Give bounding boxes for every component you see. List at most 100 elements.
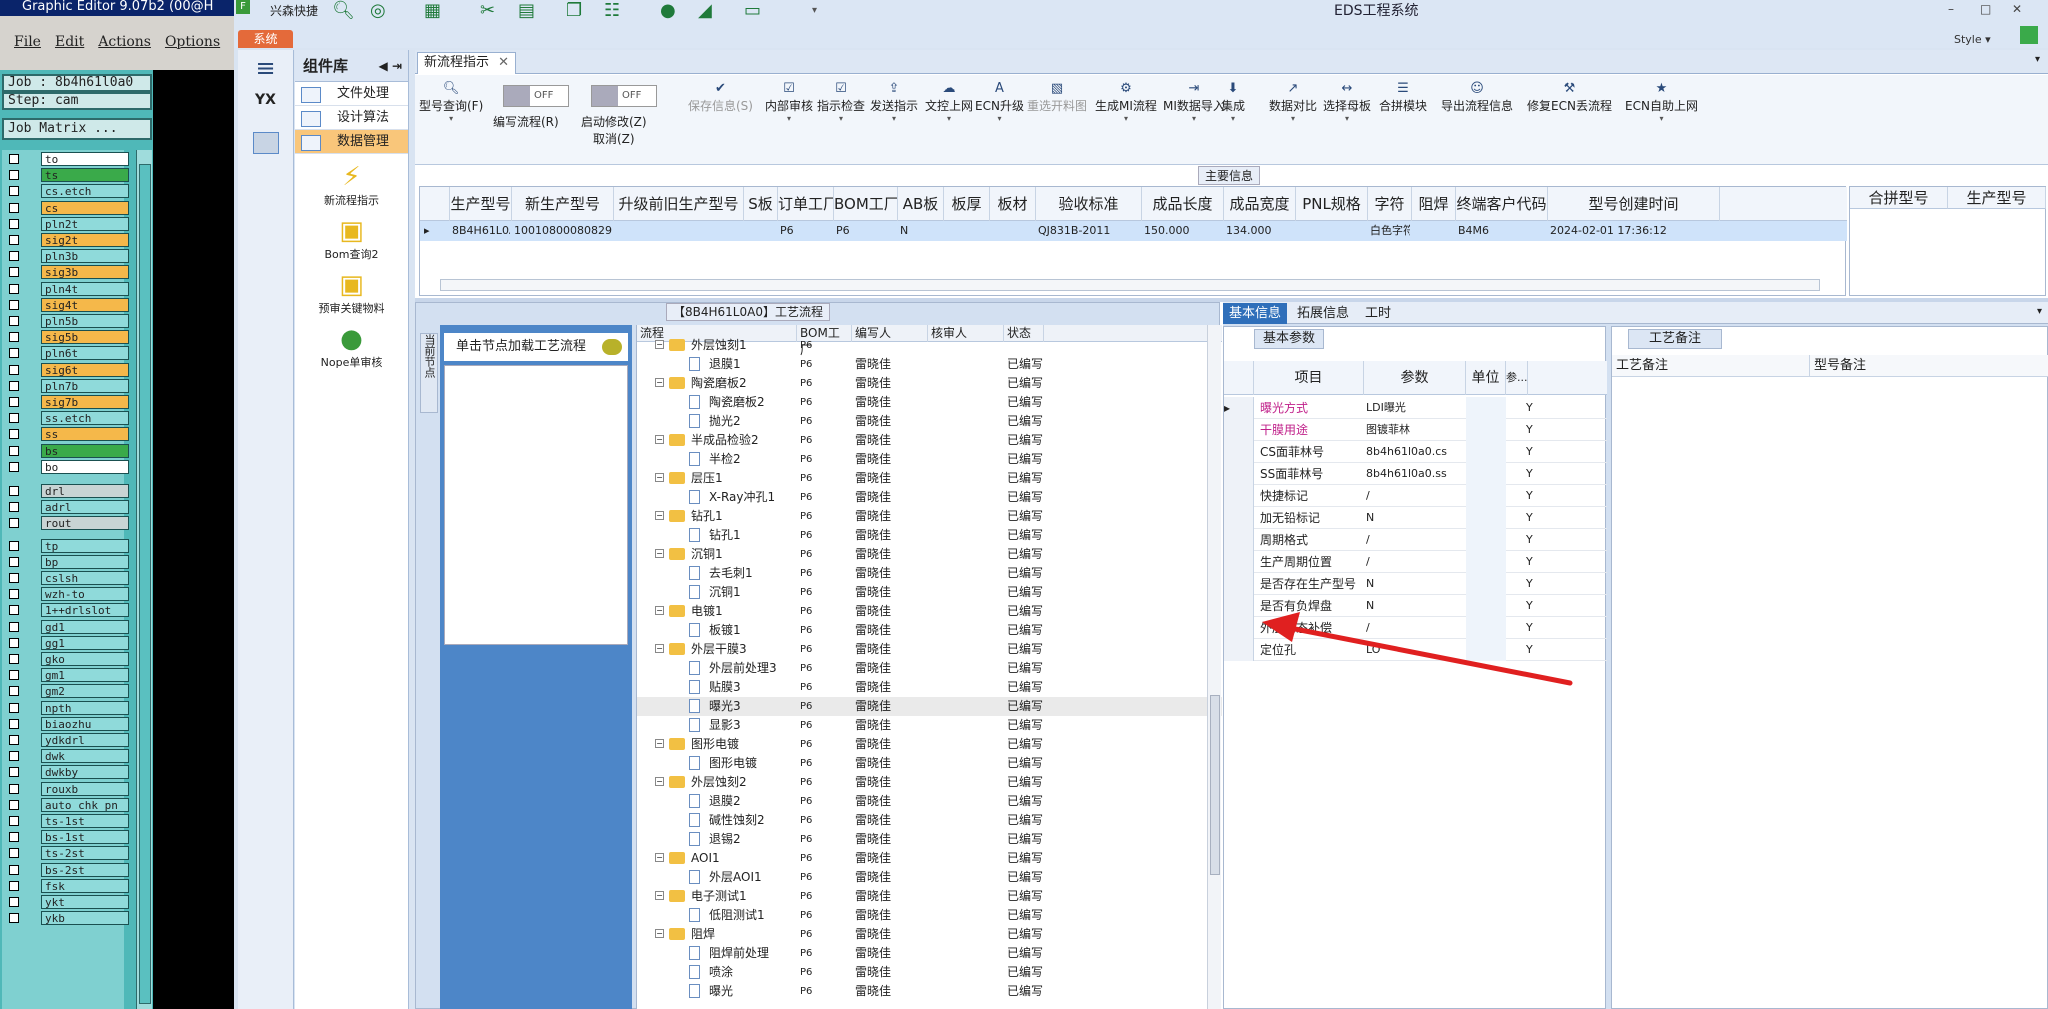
yx-icon[interactable]: YX <box>238 92 293 108</box>
comp-item-file[interactable]: 文件处理 <box>295 82 408 106</box>
tab-work-hours[interactable]: 工时 <box>1359 303 1397 324</box>
tree-row[interactable]: 钻孔1 P6 雷晓佳 已编写 <box>637 526 1222 545</box>
collapse-toggle-icon[interactable]: − <box>655 644 664 653</box>
tab-basic-info[interactable]: 基本信息 <box>1223 303 1288 324</box>
search-icon[interactable]: 🔍︎ <box>332 0 355 22</box>
ge-layer-row[interactable]: drl <box>6 484 129 498</box>
ge-layer-checkbox[interactable] <box>9 235 19 245</box>
ge-layer-checkbox[interactable] <box>9 380 19 391</box>
close-tab-icon[interactable]: ✕ <box>498 53 509 73</box>
ge-layer-row[interactable]: pln5b <box>6 314 129 328</box>
tree-row[interactable]: 退锡2 P6 雷晓佳 已编写 <box>637 830 1222 849</box>
ge-layer-checkbox[interactable] <box>9 605 19 616</box>
ge-layer-row[interactable]: bs <box>6 443 129 458</box>
tree-row[interactable]: − 电子测试1 P6 雷晓佳 已编写 <box>637 887 1222 906</box>
ge-layer-row[interactable]: gg1 <box>6 635 129 650</box>
tree-row[interactable]: 退膜2 P6 雷晓佳 已编写 <box>637 792 1222 811</box>
copy-icon[interactable]: ❐ <box>566 0 582 22</box>
ribbon-merge-button[interactable]: ☰ 合拼模块 <box>1379 81 1427 114</box>
ge-layer-checkbox[interactable] <box>9 299 19 310</box>
ge-layer-checkbox[interactable] <box>9 348 19 359</box>
tab-dropdown-icon[interactable]: ▾ <box>2035 54 2040 65</box>
tree-row[interactable]: 碱性蚀刻2 P6 雷晓佳 已编写 <box>637 811 1222 830</box>
ge-layer-checkbox[interactable] <box>9 621 19 632</box>
ge-layer-checkbox[interactable] <box>9 735 19 745</box>
tree-row[interactable]: − AOI1 P6 雷晓佳 已编写 <box>637 849 1222 868</box>
ge-layer-checkbox[interactable] <box>9 486 19 496</box>
ge-layer-row[interactable]: rout <box>6 516 129 531</box>
film-icon[interactable]: ▤ <box>518 0 535 22</box>
ribbon-send-button[interactable]: ⇪ 发送指示 ▾ <box>870 81 918 123</box>
ge-layer-checkbox[interactable] <box>9 445 19 456</box>
ribbon-integrate-button[interactable]: ⬇ 集成 ▾ <box>1221 81 1245 123</box>
ge-layer-scrollbar[interactable] <box>136 150 152 1009</box>
close-icon[interactable]: ✕ <box>2012 2 2022 16</box>
ge-job-matrix-button[interactable]: Job Matrix ... <box>2 118 152 140</box>
tree-row[interactable]: 抛光2 P6 雷晓佳 已编写 <box>637 412 1222 431</box>
collapse-toggle-icon[interactable]: − <box>655 511 664 520</box>
collapse-toggle-icon[interactable]: − <box>655 435 664 444</box>
ge-layer-checkbox[interactable] <box>9 502 19 513</box>
ge-layer-row[interactable]: gm2 <box>6 684 129 699</box>
ge-layer-row[interactable]: bs-1st <box>6 830 129 845</box>
ribbon-compare-button[interactable]: ↗ 数据对比 ▾ <box>1269 81 1317 123</box>
ge-layer-checkbox[interactable] <box>9 364 19 375</box>
param-row[interactable]: 周期格式 / Y <box>1224 529 1607 551</box>
ge-layer-row[interactable]: sig6t <box>6 362 129 377</box>
collapse-toggle-icon[interactable]: − <box>655 891 664 900</box>
tree-row[interactable]: − 外层蚀刻2 P6 雷晓佳 已编写 <box>637 773 1222 792</box>
ge-layer-checkbox[interactable] <box>9 751 19 762</box>
tree-row[interactable]: X-Ray冲孔1 P6 雷晓佳 已编写 <box>637 488 1222 507</box>
ribbon-check-button[interactable]: ☑ 指示检查 ▾ <box>817 81 865 123</box>
ge-layer-checkbox[interactable] <box>9 283 19 294</box>
tree-row[interactable]: 外层AOI1 P6 雷晓佳 已编写 <box>637 868 1222 887</box>
ge-layer-row[interactable]: sig4t <box>6 297 129 312</box>
ge-layer-row[interactable]: adrl <box>6 500 129 515</box>
ge-layer-row[interactable]: auto_chk_pn <box>6 797 129 812</box>
minimize-icon[interactable]: – <box>1948 2 1954 16</box>
ge-layer-checkbox[interactable] <box>9 718 19 729</box>
tree-row[interactable]: − 层压1 P6 雷晓佳 已编写 <box>637 469 1222 488</box>
ge-layer-checkbox[interactable] <box>9 913 19 924</box>
ge-layer-row[interactable]: cs.etch <box>6 184 129 199</box>
ge-layer-checkbox[interactable] <box>9 170 19 181</box>
ge-layer-row[interactable]: gko <box>6 652 129 666</box>
ribbon-export-button[interactable]: ☺ 导出流程信息 <box>1441 81 1513 114</box>
collapse-toggle-icon[interactable]: − <box>655 853 664 862</box>
param-row[interactable]: ▸ 曝光方式 LDI曝光 Y <box>1224 397 1607 419</box>
param-row[interactable]: 生产周期位置 / Y <box>1224 551 1607 573</box>
tab-extended-info[interactable]: 拓展信息 <box>1291 303 1355 324</box>
customize-dropdown-icon[interactable]: ▾ <box>812 0 817 22</box>
collapse-icon[interactable]: ◀ ⇥ <box>379 50 402 82</box>
collapse-toggle-icon[interactable]: − <box>655 739 664 748</box>
tree-row[interactable]: − 电镀1 P6 雷晓佳 已编写 <box>637 602 1222 621</box>
ribbon-search-button[interactable]: 🔍︎ 型号查询(F) ▾ <box>419 81 483 123</box>
system-tab[interactable]: 系统 <box>238 30 293 48</box>
tree-row[interactable]: 去毛刺1 P6 雷晓佳 已编写 <box>637 564 1222 583</box>
ribbon-audit-button[interactable]: ☑ 内部审核 ▾ <box>765 81 813 123</box>
tree-row[interactable]: − 陶瓷磨板2 P6 雷晓佳 已编写 <box>637 374 1222 393</box>
grid-icon[interactable]: ☷ <box>604 0 620 22</box>
tree-row[interactable]: 板镀1 P6 雷晓佳 已编写 <box>637 621 1222 640</box>
param-row[interactable]: SS面菲林号 8b4h61l0a0.ss Y <box>1224 463 1607 485</box>
ge-layer-checkbox[interactable] <box>9 413 19 424</box>
ge-layer-checkbox[interactable] <box>9 897 19 907</box>
ge-layer-row[interactable]: bp <box>6 554 129 569</box>
ge-layer-checkbox[interactable] <box>9 670 19 681</box>
ge-menu-options[interactable]: Options <box>165 34 220 50</box>
comp-item-algorithm[interactable]: 设计算法 <box>295 106 408 130</box>
table-icon[interactable]: ▦ <box>424 0 441 22</box>
tree-row[interactable]: 退膜1 P6 雷晓佳 已编写 <box>637 355 1222 374</box>
hamburger-icon[interactable]: ≡ <box>238 54 293 82</box>
ge-layer-checkbox[interactable] <box>9 637 19 648</box>
ge-layer-checkbox[interactable] <box>9 202 19 213</box>
tree-row[interactable]: 低阻测试1 P6 雷晓佳 已编写 <box>637 906 1222 925</box>
ge-layer-row[interactable]: to <box>6 152 129 166</box>
param-row[interactable]: 快捷标记 / Y <box>1224 485 1607 507</box>
tree-row[interactable]: 喷涂 P6 雷晓佳 已编写 <box>637 963 1222 982</box>
monitor-icon[interactable]: ▭ <box>744 0 761 22</box>
tree-row[interactable]: − 半成品检验2 P6 雷晓佳 已编写 <box>637 431 1222 450</box>
collapse-toggle-icon[interactable]: − <box>655 929 664 938</box>
ge-layer-row[interactable]: cslsh <box>6 571 129 585</box>
ge-layer-row[interactable]: cs <box>6 200 129 215</box>
